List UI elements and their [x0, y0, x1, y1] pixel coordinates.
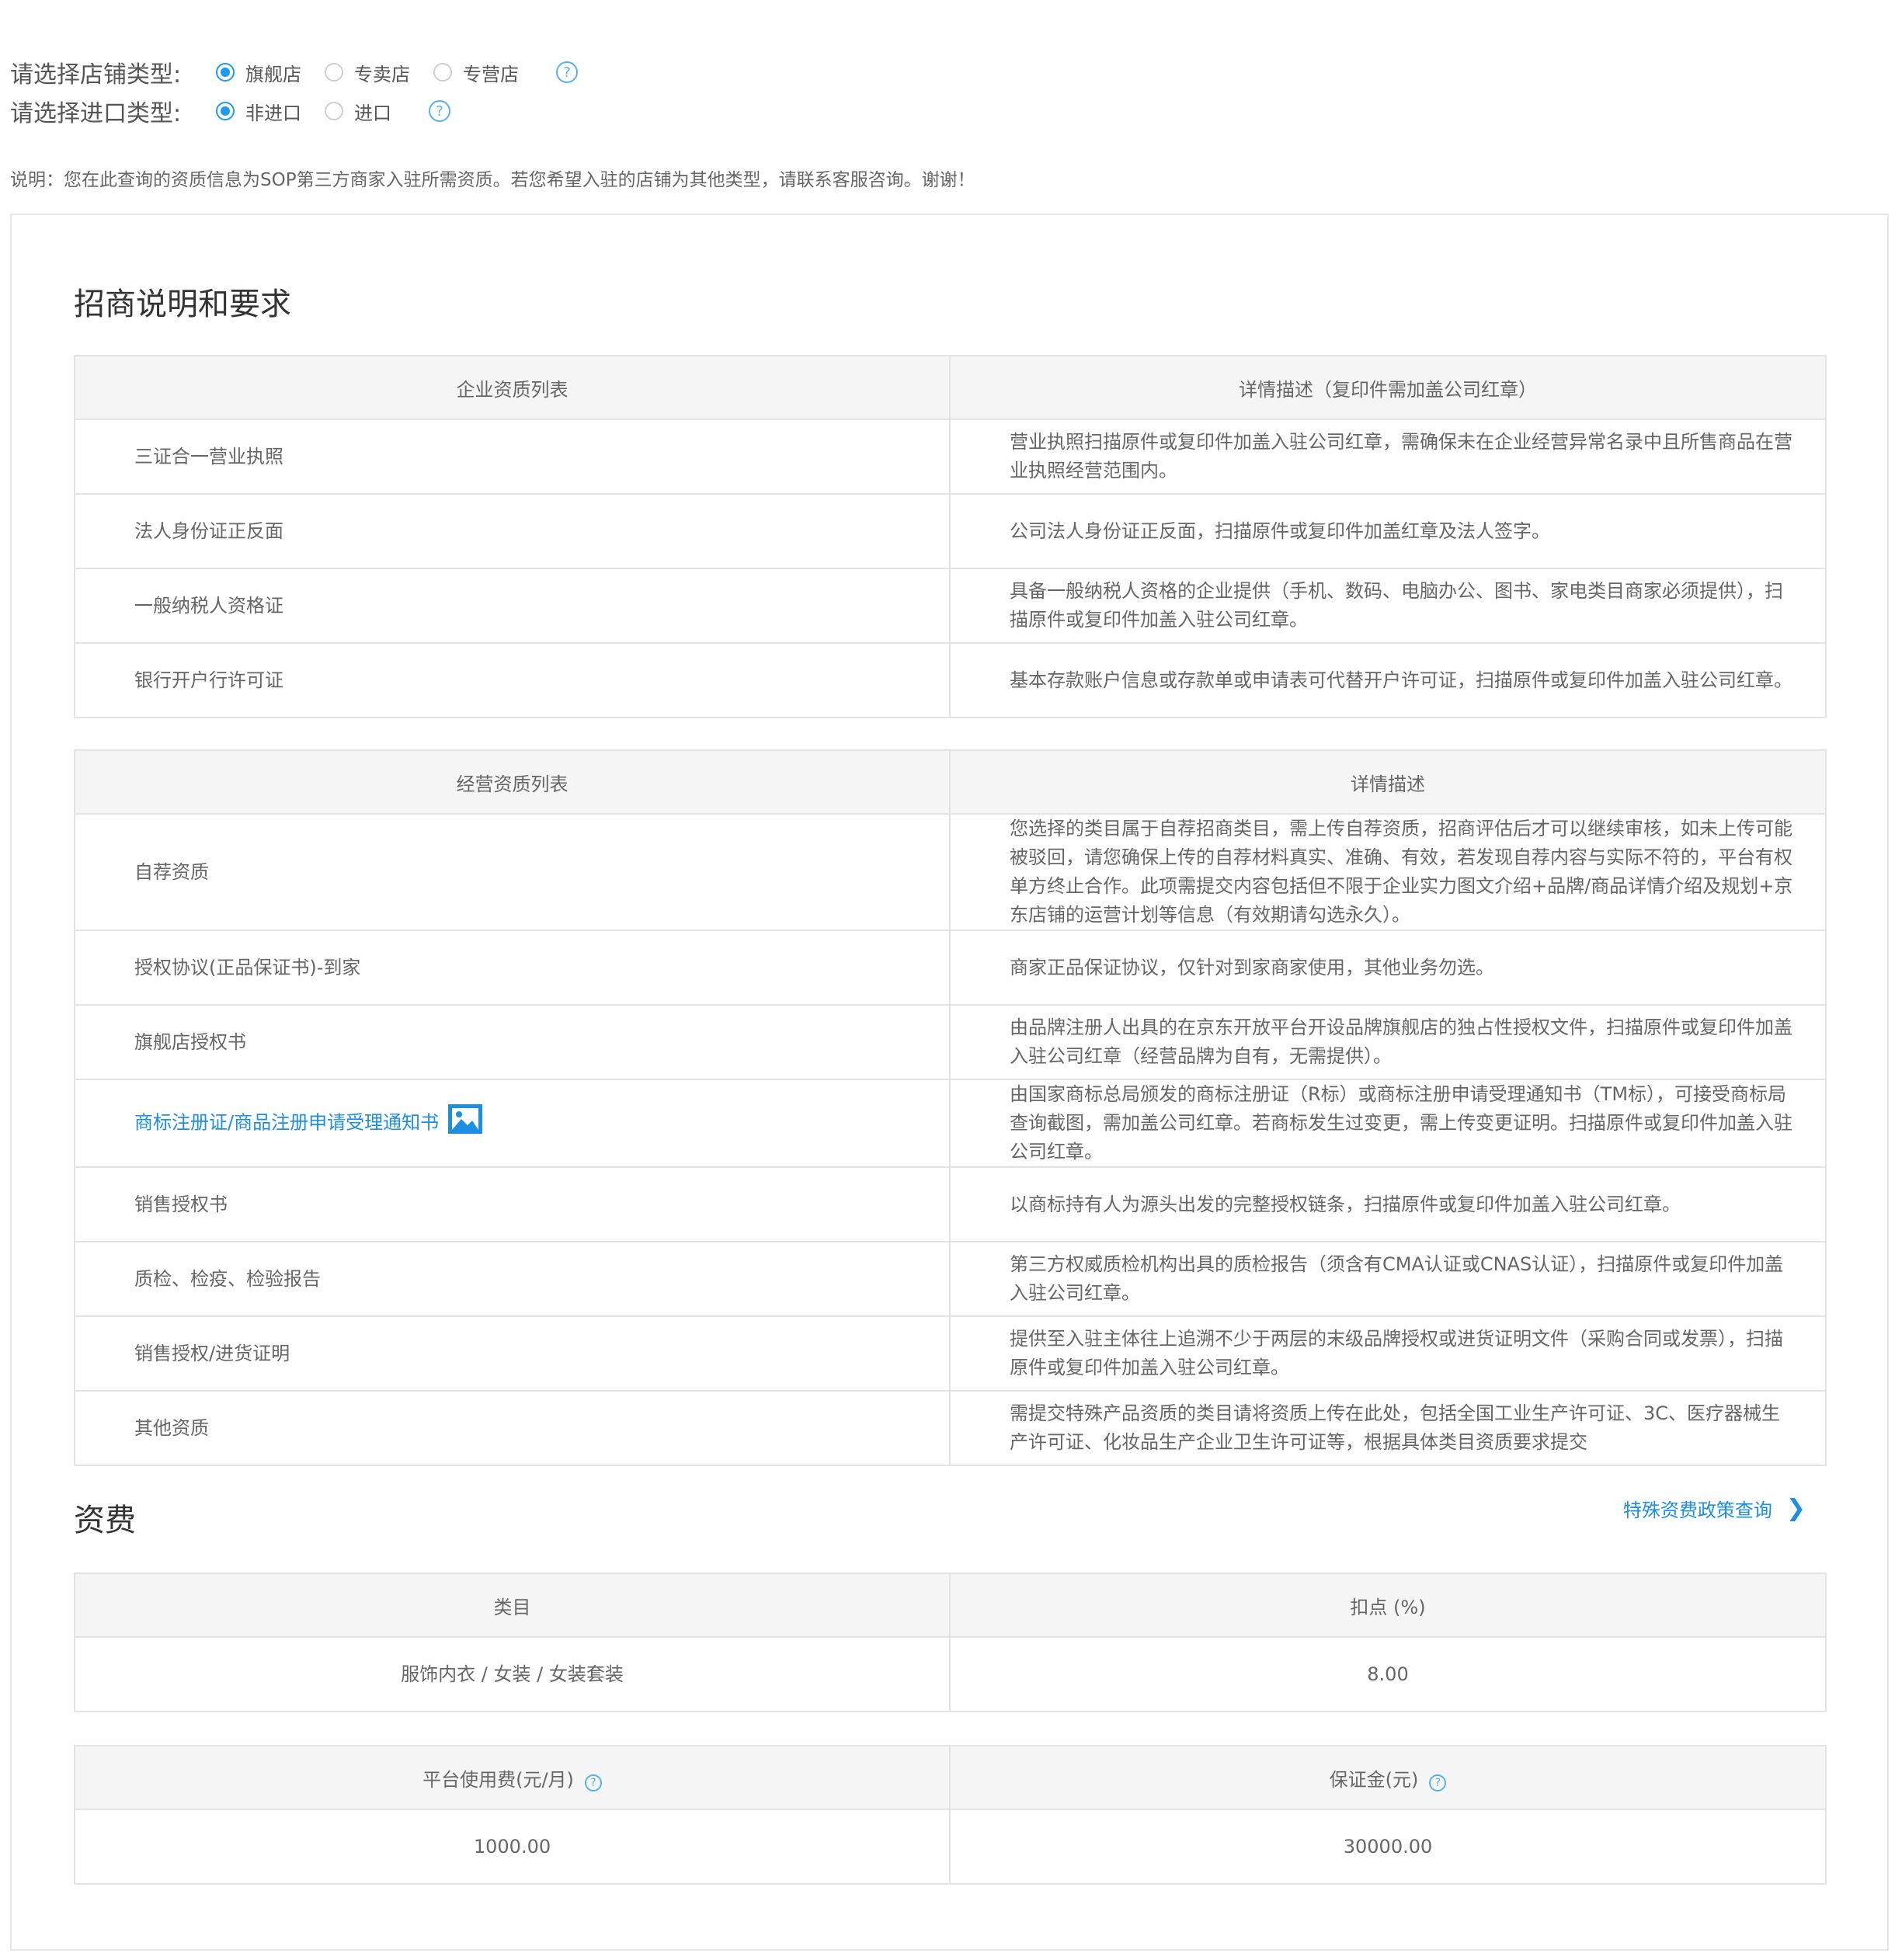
qualification-desc: 需提交特殊产品资质的类目请将资质上传在此处，包括全国工业生产许可证、3C、医疗器…	[949, 1390, 1827, 1466]
qualification-name: 旗舰店授权书	[74, 1004, 951, 1080]
business-qualifications-table: 经营资质列表 详情描述 自荐资质 您选择的类目属于自荐招商类目，需上传自荐资质，…	[74, 749, 1827, 1466]
question-circle-icon[interactable]: ?	[556, 61, 578, 83]
qualification-name: 其他资质	[74, 1390, 951, 1466]
qualification-name: 销售授权/进货证明	[74, 1315, 951, 1392]
question-circle-icon[interactable]: ?	[584, 1774, 602, 1791]
table-header-row: 类目 扣点 (%)	[74, 1573, 1827, 1638]
store-type-row: 请选择店铺类型: 旗舰店 专卖店 专营店 ?	[10, 53, 578, 92]
platform-fee-table: 平台使用费(元/月)? 保证金(元)? 1000.00 30000.00	[74, 1745, 1827, 1885]
column-header: 类目	[74, 1573, 951, 1638]
fees-title: 资费	[74, 1503, 136, 1538]
qualification-name-cell: 商标注册证/商品注册申请受理通知书	[74, 1079, 951, 1168]
special-fee-policy-label[interactable]: 特殊资费政策查询	[1623, 1495, 1772, 1522]
table-row: 商标注册证/商品注册申请受理通知书 由国家商标总局颁发的商标注册证（R标）或商标…	[74, 1079, 1827, 1168]
table-header-row: 平台使用费(元/月)? 保证金(元)?	[74, 1745, 1827, 1810]
qualification-name: 授权协议(正品保证书)-到家	[74, 930, 951, 1006]
option-label: 旗舰店	[245, 63, 301, 85]
chevron-right-icon[interactable]: ❯	[1786, 1496, 1806, 1520]
table-row: 销售授权书 以商标持有人为源头出发的完整授权链条，扫描原件或复印件加盖入驻公司红…	[74, 1166, 1827, 1242]
radio-unchecked-icon[interactable]	[433, 63, 452, 82]
column-header-cell: 平台使用费(元/月)?	[74, 1745, 951, 1810]
question-circle-icon[interactable]: ?	[429, 100, 450, 122]
table-row: 服饰内衣 / 女装 / 女装套装 8.00	[74, 1636, 1827, 1712]
column-header-cell: 保证金(元)?	[949, 1745, 1827, 1810]
commission-rate-cell: 8.00	[949, 1636, 1827, 1712]
store-type-label: 请选择店铺类型:	[10, 61, 182, 89]
qualification-name: 三证合一营业执照	[74, 419, 951, 495]
store-type-option-flagship[interactable]: 旗舰店	[216, 59, 301, 86]
table-row: 银行开户行许可证 基本存款账户信息或存款单或申请表可代替开户许可证，扫描原件或复…	[74, 642, 1827, 718]
column-header: 企业资质列表	[74, 355, 951, 420]
deposit-header: 保证金(元)	[1329, 1768, 1419, 1791]
qualification-name: 法人身份证正反面	[74, 493, 951, 569]
table-row: 1000.00 30000.00	[74, 1809, 1827, 1885]
qualification-desc: 基本存款账户信息或存款单或申请表可代替开户许可证，扫描原件或复印件加盖入驻公司红…	[949, 642, 1827, 718]
question-circle-icon[interactable]: ?	[1429, 1774, 1447, 1791]
table-header-row: 企业资质列表 详情描述（复印件需加盖公司红章）	[74, 355, 1827, 420]
requirements-panel: 招商说明和要求 企业资质列表 详情描述（复印件需加盖公司红章） 三证合一营业执照…	[10, 214, 1889, 1951]
option-label: 进口	[354, 102, 391, 124]
table-row: 销售授权/进货证明 提供至入驻主体往上追溯不少于两层的末级品牌授权或进货证明文件…	[74, 1315, 1827, 1392]
column-header: 扣点 (%)	[949, 1573, 1827, 1638]
info-note: 说明：您在此查询的资质信息为SOP第三方商家入驻所需资质。若您希望入驻的店铺为其…	[10, 170, 975, 190]
trademark-link[interactable]: 商标注册证/商品注册申请受理通知书	[134, 1112, 439, 1134]
qualification-desc: 提供至入驻主体往上追溯不少于两层的末级品牌授权或进货证明文件（采购合同或发票），…	[949, 1315, 1827, 1392]
option-label: 非进口	[245, 102, 301, 124]
column-header: 详情描述	[949, 749, 1827, 815]
table-row: 质检、检疫、检验报告 第三方权威质检机构出具的质检报告（须含有CMA认证或CNA…	[74, 1241, 1827, 1317]
table-row: 旗舰店授权书 由品牌注册人出具的在京东开放平台开设品牌旗舰店的独占性授权文件，扫…	[74, 1004, 1827, 1080]
radio-checked-icon[interactable]	[216, 102, 235, 120]
usage-fee-header: 平台使用费(元/月)	[422, 1768, 574, 1791]
qualification-desc: 以商标持有人为源头出发的完整授权链条，扫描原件或复印件加盖入驻公司红章。	[949, 1166, 1827, 1242]
import-type-option-import[interactable]: 进口	[325, 98, 391, 125]
qualification-name: 自荐资质	[74, 813, 951, 931]
store-type-option-specialty[interactable]: 专营店	[433, 59, 519, 86]
radio-unchecked-icon[interactable]	[325, 63, 343, 82]
special-fee-policy-link[interactable]: 特殊资费政策查询 ❯	[1623, 1495, 1806, 1522]
option-label: 专卖店	[354, 63, 410, 85]
radio-checked-icon[interactable]	[216, 63, 235, 82]
qualification-desc: 商家正品保证协议，仅针对到家商家使用，其他业务勿选。	[949, 930, 1827, 1006]
import-type-row: 请选择进口类型: 非进口 进口 ?	[10, 92, 450, 130]
column-header: 详情描述（复印件需加盖公司红章）	[949, 355, 1827, 420]
qualification-desc: 您选择的类目属于自荐招商类目，需上传自荐资质，招商评估后才可以继续审核，如未上传…	[949, 813, 1827, 931]
table-row: 自荐资质 您选择的类目属于自荐招商类目，需上传自荐资质，招商评估后才可以继续审核…	[74, 813, 1827, 931]
enterprise-qualifications-table: 企业资质列表 详情描述（复印件需加盖公司红章） 三证合一营业执照 营业执照扫描原…	[74, 355, 1827, 718]
commission-table: 类目 扣点 (%) 服饰内衣 / 女装 / 女装套装 8.00	[74, 1573, 1827, 1712]
table-header-row: 经营资质列表 详情描述	[74, 749, 1827, 815]
store-type-option-exclusive[interactable]: 专卖店	[325, 59, 410, 86]
qualification-desc: 第三方权威质检机构出具的质检报告（须含有CMA认证或CNAS认证），扫描原件或复…	[949, 1241, 1827, 1317]
qualification-desc: 公司法人身份证正反面，扫描原件或复印件加盖红章及法人签字。	[949, 493, 1827, 569]
qualification-desc: 由国家商标总局颁发的商标注册证（R标）或商标注册申请受理通知书（TM标），可接受…	[949, 1079, 1827, 1168]
table-row: 其他资质 需提交特殊产品资质的类目请将资质上传在此处，包括全国工业生产许可证、3…	[74, 1390, 1827, 1466]
requirements-title: 招商说明和要求	[74, 287, 291, 322]
deposit-cell: 30000.00	[949, 1809, 1827, 1885]
radio-unchecked-icon[interactable]	[325, 102, 343, 120]
qualification-desc: 营业执照扫描原件或复印件加盖入驻公司红章，需确保未在企业经营异常名录中且所售商品…	[949, 419, 1827, 495]
import-type-option-non-import[interactable]: 非进口	[216, 98, 301, 125]
column-header: 经营资质列表	[74, 749, 951, 815]
category-cell: 服饰内衣 / 女装 / 女装套装	[74, 1636, 951, 1712]
import-type-label: 请选择进口类型:	[10, 100, 182, 127]
qualification-name: 质检、检疫、检验报告	[74, 1241, 951, 1317]
qualification-name: 销售授权书	[74, 1166, 951, 1242]
table-row: 授权协议(正品保证书)-到家 商家正品保证协议，仅针对到家商家使用，其他业务勿选…	[74, 930, 1827, 1006]
table-row: 一般纳税人资格证 具备一般纳税人资格的企业提供（手机、数码、电脑办公、图书、家电…	[74, 568, 1827, 644]
qualification-desc: 由品牌注册人出具的在京东开放平台开设品牌旗舰店的独占性授权文件，扫描原件或复印件…	[949, 1004, 1827, 1080]
picture-icon[interactable]	[448, 1104, 483, 1142]
option-label: 专营店	[463, 63, 519, 85]
usage-fee-cell: 1000.00	[74, 1809, 951, 1885]
qualification-name: 一般纳税人资格证	[74, 568, 951, 644]
qualification-name: 银行开户行许可证	[74, 642, 951, 718]
qualification-desc: 具备一般纳税人资格的企业提供（手机、数码、电脑办公、图书、家电类目商家必须提供）…	[949, 568, 1827, 644]
table-row: 三证合一营业执照 营业执照扫描原件或复印件加盖入驻公司红章，需确保未在企业经营异…	[74, 419, 1827, 495]
table-row: 法人身份证正反面 公司法人身份证正反面，扫描原件或复印件加盖红章及法人签字。	[74, 493, 1827, 569]
